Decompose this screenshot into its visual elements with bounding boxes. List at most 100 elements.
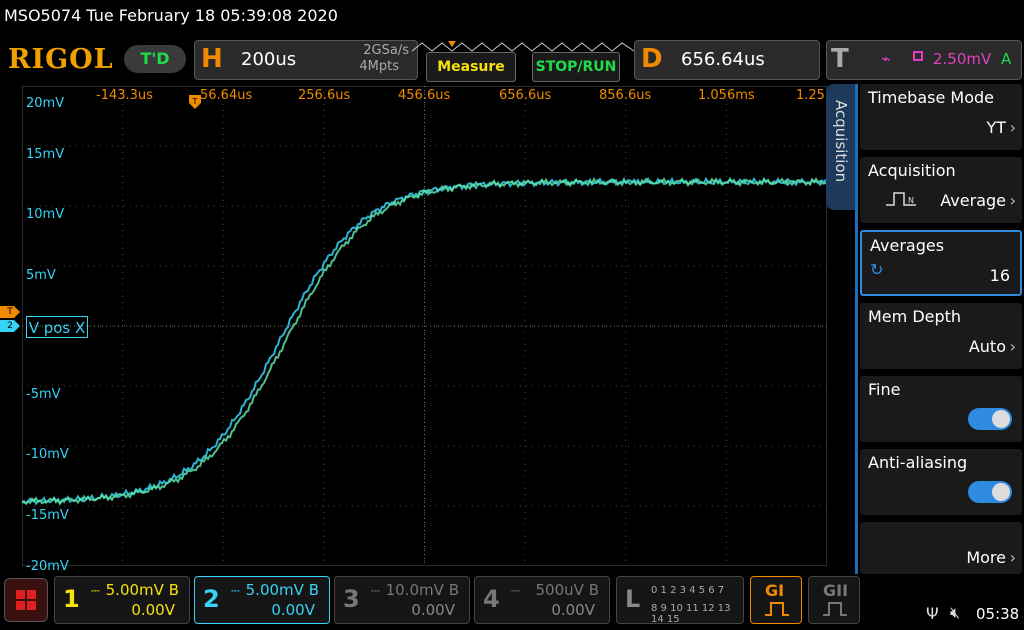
memory-overview — [411, 38, 635, 52]
chevron-right-icon: › — [1009, 337, 1016, 356]
anti-aliasing-toggle[interactable] — [968, 481, 1012, 503]
generator-2-button[interactable]: GII — [808, 576, 860, 624]
trigger-source-icon — [913, 51, 923, 61]
channel-scale: 5.00mV — [245, 581, 304, 599]
y-axis-label: 20mV — [26, 96, 65, 111]
timebase-mode-label: Timebase Mode — [868, 88, 994, 107]
channel-offset: 0.00V — [271, 601, 315, 619]
average-waveform-icon: N — [886, 191, 916, 211]
x-axis-label: 856.6us — [599, 88, 652, 103]
grid-menu-icon — [16, 590, 36, 610]
generator-1-label: GI — [765, 581, 785, 600]
svg-text:T: T — [192, 97, 198, 106]
acquisition-label: Acquisition — [868, 161, 956, 180]
generator-1-button[interactable]: GI — [750, 576, 802, 624]
channel-4-button[interactable]: 4 ⎓ 500uV B 0.00V — [474, 576, 610, 624]
channel-bw-limit: B — [168, 581, 179, 599]
fine-toggle[interactable] — [968, 408, 1012, 430]
td-badge: T'D — [124, 45, 186, 73]
trigger-position-marker[interactable]: T — [189, 94, 201, 109]
sample-rate: 2GSa/s — [363, 43, 409, 58]
usb-icon: Ψ — [926, 604, 939, 623]
y-axis-label: -10mV — [26, 447, 69, 462]
chevron-right-icon: › — [1009, 191, 1016, 210]
averages-value: 16 — [989, 266, 1010, 285]
trigger-level-marker[interactable]: T — [0, 306, 20, 318]
channel-2-marker[interactable]: 2 — [0, 320, 20, 332]
x-axis-label: 456.6us — [398, 88, 451, 103]
logic-row2: 8 9 10 11 12 13 14 15 — [651, 603, 731, 625]
acquisition-value: Average — [940, 191, 1006, 210]
channel-offset: 0.00V — [551, 601, 595, 619]
chevron-right-icon: › — [1009, 548, 1016, 567]
mem-depth-item[interactable]: Mem Depth Auto › — [860, 303, 1022, 369]
rigol-logo: RIGOL — [8, 44, 114, 75]
measure-button[interactable]: Measure — [426, 52, 516, 82]
logic-analyzer-button[interactable]: L 0 1 2 3 4 5 6 7 8 9 10 11 12 13 14 15 — [616, 576, 744, 625]
delay-letter: D — [641, 44, 663, 74]
channel-offset: 0.00V — [131, 601, 175, 619]
dc-coupling-icon: ⎓ — [231, 584, 240, 597]
x-axis-label: 56.64us — [200, 88, 253, 103]
channel-number: 3 — [343, 585, 360, 613]
anti-aliasing-item[interactable]: Anti-aliasing — [860, 449, 1022, 515]
acquisition-tab[interactable]: Acquisition — [826, 84, 858, 210]
panel-border — [855, 84, 858, 574]
stop-run-button[interactable]: STOP/RUN — [532, 52, 620, 82]
trigger-mode: A — [1001, 50, 1012, 68]
svg-text:N: N — [908, 196, 914, 205]
pulse-icon — [765, 602, 789, 616]
waveform-display[interactable] — [21, 85, 828, 567]
channel-3-button[interactable]: 3 ⎓ 10.0mV B 0.00V — [334, 576, 470, 624]
logic-row1: 0 1 2 3 4 5 6 7 — [651, 585, 725, 596]
chevron-right-icon: › — [1009, 118, 1016, 137]
memory-depth: 4Mpts — [359, 59, 399, 74]
channel-scale: 10.0mV — [385, 581, 444, 599]
x-axis-label: 256.6us — [298, 88, 351, 103]
fine-label: Fine — [868, 380, 901, 399]
trigger-edge-icon: ⌁ — [881, 49, 891, 68]
mem-depth-label: Mem Depth — [868, 307, 962, 326]
grid-svg — [21, 85, 828, 567]
trigger-level: 2.50mV — [933, 50, 992, 68]
speaker-muted-icon[interactable]: 🔇︎ — [950, 603, 960, 623]
y-axis-label: 5mV — [26, 268, 56, 283]
trigger-letter: T — [831, 44, 849, 74]
horizontal-menu[interactable]: H 200us 2GSa/s 4Mpts — [194, 40, 418, 80]
more-item[interactable]: More › — [860, 522, 1022, 574]
generator-2-label: GII — [823, 581, 849, 600]
fine-item[interactable]: Fine — [860, 376, 1022, 442]
timebase-mode-value: YT — [986, 118, 1006, 137]
channel-bw-limit: B — [448, 581, 459, 599]
channel-bw-limit: B — [588, 581, 599, 599]
delay-menu[interactable]: D 656.64us — [634, 40, 820, 80]
y-axis-label: -20mV — [26, 559, 69, 574]
x-axis-label: 1.056ms — [698, 88, 755, 103]
timebase-mode-item[interactable]: Timebase Mode YT › — [860, 84, 1022, 150]
acquisition-item[interactable]: Acquisition N Average › — [860, 157, 1022, 223]
horizontal-letter: H — [201, 44, 223, 74]
channel-1-button[interactable]: 1 ⎓ 5.00mV B 0.00V — [54, 576, 190, 624]
anti-aliasing-label: Anti-aliasing — [868, 453, 968, 472]
delay-value: 656.64us — [681, 49, 765, 70]
logic-letter: L — [625, 585, 641, 613]
menu-button[interactable] — [4, 578, 48, 622]
y-axis-label: -15mV — [26, 508, 69, 523]
averages-label: Averages — [870, 236, 945, 255]
y-axis-label: 15mV — [26, 147, 65, 162]
title-bar: MSO5074 Tue February 18 05:39:08 2020 — [0, 0, 1024, 34]
knob-icon: ↻ — [870, 260, 884, 279]
clock: 05:38 — [976, 605, 1020, 623]
channel-number: 4 — [483, 585, 500, 613]
channel-number: 1 — [63, 585, 80, 613]
mem-depth-value: Auto — [968, 337, 1006, 356]
cursor-label: V pos X — [26, 316, 88, 338]
channel-2-button[interactable]: 2 ⎓ 5.00mV B 0.00V — [194, 576, 330, 624]
timebase-value: 200us — [241, 49, 297, 70]
dc-coupling-icon: ⎓ — [91, 584, 100, 597]
more-label: More — [966, 548, 1006, 567]
channel-scale: 500uV — [535, 581, 584, 599]
averages-item[interactable]: Averages ↻ 16 — [860, 230, 1022, 296]
channel-offset: 0.00V — [411, 601, 455, 619]
trigger-menu[interactable]: T ⌁ 2.50mV A — [826, 40, 1022, 80]
